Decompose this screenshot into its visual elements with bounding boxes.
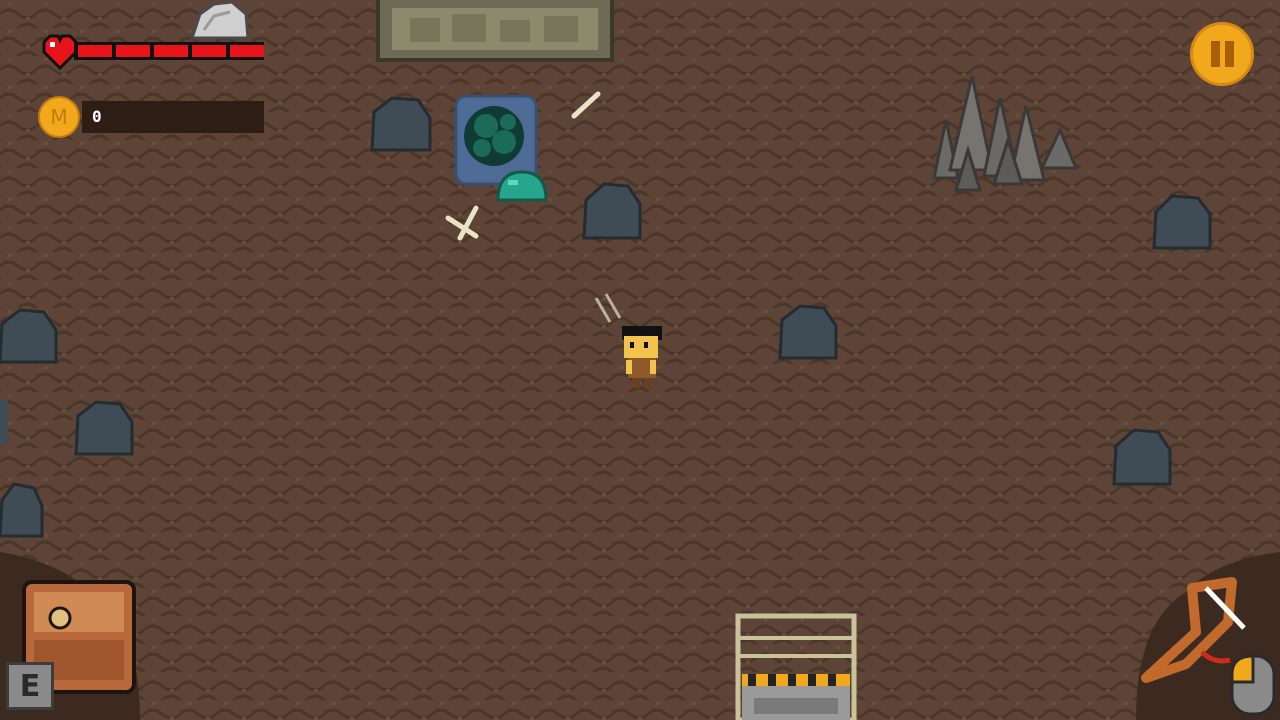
coin-icon: M <box>38 96 80 138</box>
slime-enemy[interactable] <box>496 170 548 202</box>
pause-button[interactable] <box>1190 22 1254 86</box>
stone-structure <box>376 0 614 62</box>
mine-elevator[interactable] <box>734 612 858 720</box>
coin-count: 0 <box>82 101 264 133</box>
rock[interactable] <box>0 308 58 364</box>
rock[interactable] <box>74 400 134 456</box>
health-segment <box>154 45 188 57</box>
rock[interactable] <box>0 482 44 538</box>
rock-edge <box>0 400 8 444</box>
health-bar <box>42 34 264 71</box>
health-segment <box>230 45 264 57</box>
rock[interactable] <box>1152 194 1212 250</box>
health-segment <box>192 45 226 57</box>
health-segment <box>78 45 112 57</box>
health-segment <box>116 45 150 57</box>
weapon-slot-button[interactable] <box>1136 552 1280 720</box>
rock[interactable] <box>370 96 432 152</box>
rock[interactable] <box>778 304 838 360</box>
inventory-key-hint[interactable]: E <box>6 662 54 710</box>
heart-icon <box>42 34 78 71</box>
coin-counter: M 0 <box>38 96 264 138</box>
mouse-left-click-icon <box>1230 654 1276 716</box>
